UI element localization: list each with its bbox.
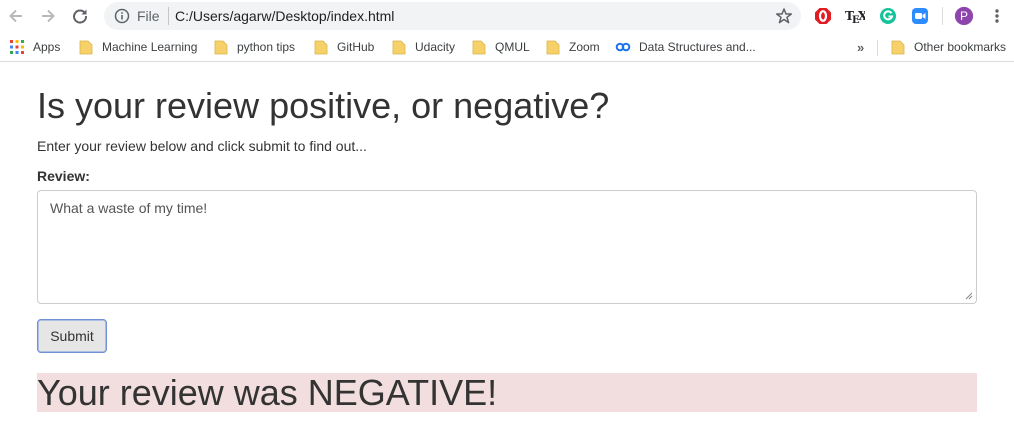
bookmark-folder-qmul[interactable]: QMUL — [471, 39, 530, 55]
profile-avatar[interactable]: P — [954, 6, 974, 26]
bookmark-label: GitHub — [337, 40, 375, 54]
bookmark-label: Machine Learning — [102, 40, 198, 54]
bookmark-label: Udacity — [415, 40, 456, 54]
omnibox-divider — [168, 7, 169, 25]
apps-grid-icon — [10, 40, 24, 54]
folder-icon — [214, 40, 228, 55]
zoom-extension-icon[interactable] — [910, 6, 930, 26]
browser-toolbar: File C:/Users/agarw/Desktop/index.html T… — [0, 0, 1014, 32]
bookmark-data-structures[interactable]: Data Structures and... — [615, 39, 756, 55]
bookmark-folder-python-tips[interactable]: python tips — [213, 39, 295, 55]
bookmark-label: QMUL — [495, 40, 530, 54]
page-subtitle: Enter your review below and click submit… — [37, 138, 367, 154]
bookmark-label: Other bookmarks — [914, 40, 1007, 54]
reload-icon — [73, 9, 88, 24]
menu-button[interactable] — [987, 6, 1007, 26]
bookmark-apps[interactable]: Apps — [9, 39, 60, 55]
bookmark-label: Apps — [33, 40, 61, 54]
folder-icon — [314, 40, 328, 55]
folder-icon — [472, 40, 486, 55]
tex-extension-icon[interactable]: T E X — [845, 6, 865, 26]
info-icon[interactable] — [114, 8, 130, 24]
bookmark-label: python tips — [237, 40, 296, 54]
bookmark-label: Zoom — [569, 40, 600, 54]
page-title: Is your review positive, or negative? — [37, 85, 610, 126]
review-textarea[interactable]: What a waste of my time! — [37, 190, 977, 304]
folder-icon — [891, 40, 905, 55]
stop-sign-icon — [815, 8, 831, 24]
svg-text:X: X — [858, 9, 865, 23]
tex-icon: T E X — [845, 9, 865, 24]
link-icon — [615, 42, 631, 52]
toolbar-divider — [942, 7, 943, 25]
bookmark-label: Data Structures and... — [639, 40, 756, 54]
bookmark-other-bookmarks[interactable]: Other bookmarks — [890, 39, 1006, 55]
review-text[interactable]: What a waste of my time! — [50, 200, 207, 216]
result-text: Your review was NEGATIVE! — [37, 372, 498, 413]
profile-initial: P — [959, 9, 968, 23]
bookmark-folder-machine-learning[interactable]: Machine Learning — [78, 39, 197, 55]
scheme-label: File — [137, 8, 160, 24]
arrow-right-icon — [42, 9, 55, 23]
grammarly-extension-icon[interactable] — [878, 6, 898, 26]
bookmark-folder-github[interactable]: GitHub — [313, 39, 374, 55]
result-banner: Your review was NEGATIVE! — [37, 373, 977, 412]
submit-button[interactable]: Submit — [37, 319, 107, 353]
bookmarks-overflow-button[interactable]: » — [857, 40, 864, 55]
back-button[interactable] — [4, 4, 28, 28]
bookmark-folder-zoom[interactable]: Zoom — [545, 39, 600, 55]
grammarly-icon — [880, 8, 896, 24]
bookmark-folder-udacity[interactable]: Udacity — [391, 39, 455, 55]
bookmarks-divider — [877, 40, 878, 56]
review-label: Review: — [37, 168, 90, 184]
url-text[interactable]: C:/Users/agarw/Desktop/index.html — [175, 8, 394, 24]
forward-button[interactable] — [36, 4, 60, 28]
arrow-left-icon — [9, 9, 22, 23]
more-vertical-icon — [995, 9, 999, 23]
folder-icon — [392, 40, 406, 55]
video-camera-icon — [912, 8, 928, 24]
resize-grip-icon[interactable] — [965, 292, 973, 300]
folder-icon — [546, 40, 560, 55]
folder-icon — [79, 40, 93, 55]
opera-extension-icon[interactable] — [813, 6, 833, 26]
address-bar[interactable]: File C:/Users/agarw/Desktop/index.html — [104, 2, 801, 30]
reload-button[interactable] — [68, 4, 92, 28]
star-icon[interactable] — [775, 7, 793, 25]
bookmarks-bar: Apps Machine Learning python tips GitHub… — [0, 32, 1014, 62]
